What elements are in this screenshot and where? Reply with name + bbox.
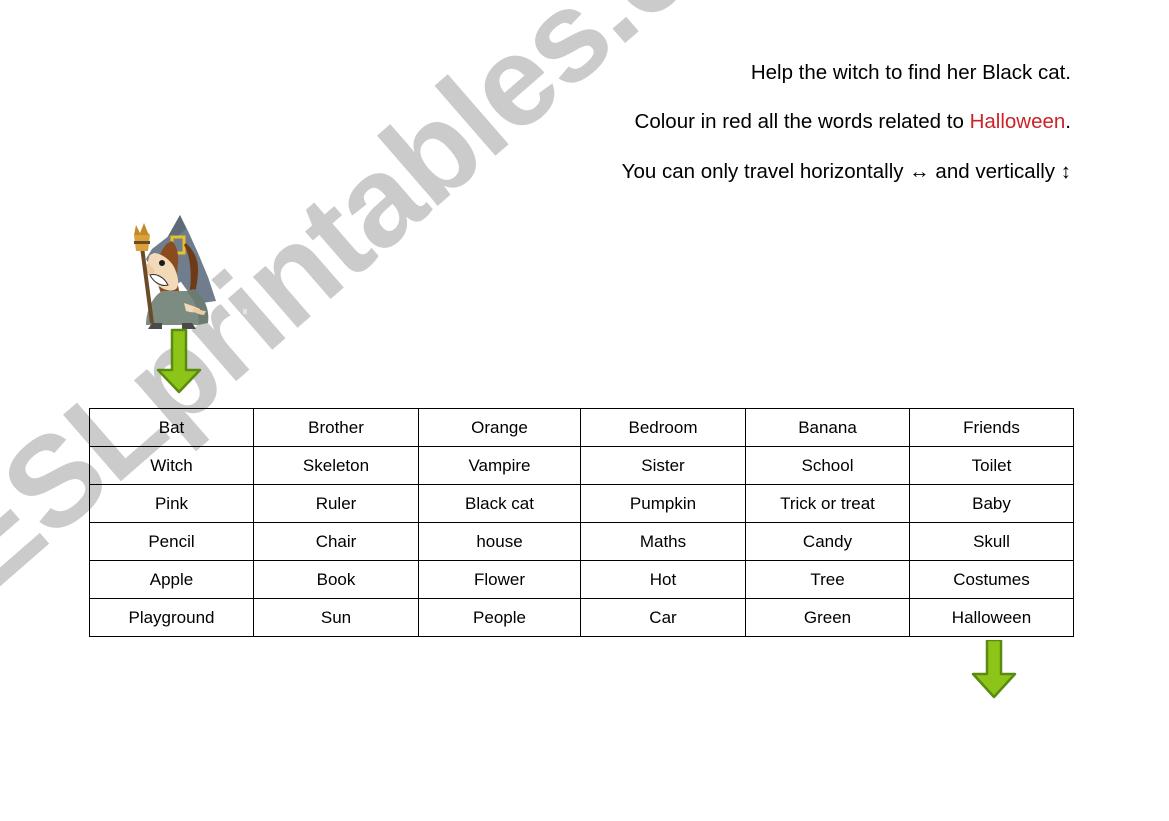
- grid-cell[interactable]: School: [745, 446, 910, 485]
- instruction-line-3: You can only travel horizontally ↔ and v…: [622, 159, 1071, 185]
- grid-cell[interactable]: Hot: [580, 560, 746, 599]
- word-grid-body: Bat Brother Orange Bedroom Banana Friend…: [89, 408, 1074, 637]
- grid-cell[interactable]: Toilet: [909, 446, 1074, 485]
- instruction-line-2: Colour in red all the words related to H…: [635, 109, 1071, 135]
- grid-cell[interactable]: Halloween: [909, 598, 1074, 637]
- instruction-line-1: Help the witch to find her Black cat.: [751, 60, 1071, 86]
- grid-cell[interactable]: Pumpkin: [580, 484, 746, 523]
- instruction-line-2-prefix: Colour in red all the words related to: [634, 110, 970, 133]
- table-row: Pink Ruler Black cat Pumpkin Trick or tr…: [89, 484, 1074, 523]
- grid-cell[interactable]: house: [418, 522, 581, 561]
- scan-artifact: [243, 309, 247, 314]
- instruction-line-1-text: Help the witch to find her Black cat.: [750, 61, 1071, 84]
- grid-cell[interactable]: Skeleton: [253, 446, 419, 485]
- grid-cell[interactable]: Bat: [89, 408, 254, 447]
- vertical-arrow-icon: ↕: [1060, 160, 1071, 183]
- instruction-line-3-middle: and vertically: [929, 160, 1061, 183]
- start-arrow-icon: [152, 328, 206, 396]
- grid-cell[interactable]: Witch: [89, 446, 254, 485]
- grid-cell[interactable]: Sister: [580, 446, 746, 485]
- grid-cell[interactable]: Green: [745, 598, 910, 637]
- grid-cell[interactable]: Brother: [253, 408, 419, 447]
- grid-cell[interactable]: Car: [580, 598, 746, 637]
- grid-cell[interactable]: Baby: [909, 484, 1074, 523]
- table-row: Pencil Chair house Maths Candy Skull: [89, 522, 1074, 561]
- grid-cell[interactable]: People: [418, 598, 581, 637]
- grid-cell[interactable]: Vampire: [418, 446, 581, 485]
- table-row: Witch Skeleton Vampire Sister School Toi…: [89, 446, 1074, 485]
- table-row: Apple Book Flower Hot Tree Costumes: [89, 560, 1074, 599]
- instruction-line-3-prefix: You can only travel horizontally: [621, 160, 910, 183]
- witch-illustration: [128, 211, 224, 329]
- grid-cell[interactable]: Candy: [745, 522, 910, 561]
- grid-cell[interactable]: Ruler: [253, 484, 419, 523]
- horizontal-arrow-icon: ↔: [909, 160, 930, 183]
- word-search-grid: Bat Brother Orange Bedroom Banana Friend…: [89, 408, 1074, 637]
- halloween-highlight: Halloween: [969, 110, 1066, 133]
- grid-cell[interactable]: Trick or treat: [745, 484, 910, 523]
- grid-cell[interactable]: Chair: [253, 522, 419, 561]
- grid-cell[interactable]: Friends: [909, 408, 1074, 447]
- grid-cell[interactable]: Sun: [253, 598, 419, 637]
- grid-cell[interactable]: Book: [253, 560, 419, 599]
- grid-cell[interactable]: Black cat: [418, 484, 581, 523]
- grid-cell[interactable]: Tree: [745, 560, 910, 599]
- grid-cell[interactable]: Pink: [89, 484, 254, 523]
- grid-cell[interactable]: Playground: [89, 598, 254, 637]
- grid-cell[interactable]: Costumes: [909, 560, 1074, 599]
- grid-cell[interactable]: Skull: [909, 522, 1074, 561]
- grid-cell[interactable]: Apple: [89, 560, 254, 599]
- end-arrow-icon: [967, 640, 1021, 700]
- grid-cell[interactable]: Banana: [745, 408, 910, 447]
- grid-cell[interactable]: Pencil: [89, 522, 254, 561]
- table-row: Playground Sun People Car Green Hallowee…: [89, 598, 1074, 637]
- table-row: Bat Brother Orange Bedroom Banana Friend…: [89, 408, 1074, 447]
- grid-cell[interactable]: Flower: [418, 560, 581, 599]
- grid-cell[interactable]: Bedroom: [580, 408, 746, 447]
- instruction-line-2-suffix: .: [1065, 110, 1071, 133]
- grid-cell[interactable]: Maths: [580, 522, 746, 561]
- grid-cell[interactable]: Orange: [418, 408, 581, 447]
